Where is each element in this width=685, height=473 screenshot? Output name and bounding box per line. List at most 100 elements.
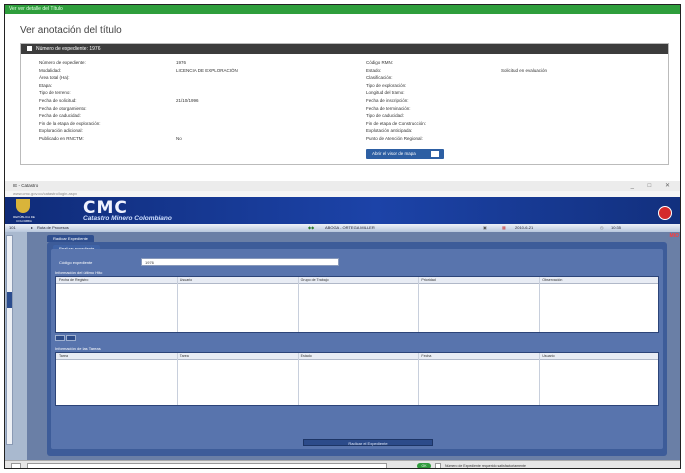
expediente-card: Número de expediente: 1976 Número de exp…: [20, 43, 669, 165]
tasks-grid-header: Tarea Tarea Estado Fecha Usuario: [56, 353, 658, 360]
right-field-label: Explotación anticipada:: [366, 128, 413, 134]
screenshot-frame: Ver ver detalle del Título Ver anotación…: [4, 4, 681, 469]
left-sidebar: [5, 232, 27, 460]
scrollbar-thumb[interactable]: [7, 292, 12, 308]
right-field-label: Longitud del tramo:: [366, 90, 405, 96]
right-field-value: Solicitud en evaluación: [501, 67, 548, 73]
right-field-label: Tipo de exploración:: [366, 82, 407, 88]
section-last-milestone: Información del último Hito: [55, 270, 103, 275]
left-field-label: Modalidad:: [39, 67, 62, 73]
grid-column-header[interactable]: Fecha: [418, 353, 431, 359]
tasks-grid[interactable]: Tarea Tarea Estado Fecha Usuario: [55, 352, 659, 406]
status-input[interactable]: [27, 463, 387, 468]
taskbar: [5, 468, 680, 469]
app-content: MIO Radicar Expediente Realizar expedien…: [27, 232, 680, 460]
main-panel: Realizar expediente Código expediente 19…: [47, 242, 667, 456]
exit-icon[interactable]: [658, 206, 672, 220]
grid-column-divider: [176, 353, 178, 405]
grid-column-header[interactable]: Estado: [298, 353, 312, 359]
users-icon: ◆◆: [308, 225, 315, 230]
grid-column-divider: [539, 277, 541, 332]
left-field-label: Número de expediente:: [39, 60, 86, 65]
left-field-label: Fecha de solicitud:: [39, 98, 77, 103]
left-field-label: Fecha de otorgamiento:: [39, 105, 87, 111]
status-checkbox[interactable]: [435, 463, 441, 468]
grid-prev-button[interactable]: [55, 335, 65, 341]
left-field-label: Fecha de caducidad:: [39, 113, 81, 119]
left-field-value: 21/10/1996: [176, 98, 199, 103]
left-field-label: Tipo de terreno:: [39, 90, 71, 96]
cmc-banner: REPÚBLICA DE COLOMBIA CMC Catastro Miner…: [5, 197, 680, 224]
toolbar-num: 101: [9, 225, 16, 230]
milestone-grid-header: Fecha de Registro Usuario Grupo de Trabajo…: [56, 277, 658, 284]
card-header[interactable]: Número de expediente: 1976: [21, 44, 668, 54]
top-banner: Ver ver detalle del Título: [5, 5, 680, 14]
section-tasks: Información de las Tareas: [55, 346, 101, 351]
clock-icon: ◷: [600, 225, 604, 230]
left-field-label: Etapa:: [39, 82, 53, 88]
app-toolbar: 101 ▸ Ruta de Procesos ◆◆ ABOGA - ORTEGA…: [5, 224, 680, 232]
grid-column-header[interactable]: Tarea: [56, 353, 68, 359]
milestone-grid[interactable]: Fecha de Registro Usuario Grupo de Trabajo…: [55, 276, 659, 333]
grid-column-header[interactable]: Observación: [539, 277, 562, 283]
checkbox-icon[interactable]: [27, 46, 32, 52]
right-field-label: Tipo de caducidad:: [366, 113, 404, 119]
radicar-button[interactable]: Radicar el Expediente: [303, 439, 433, 446]
right-field-label: Estado:: [366, 67, 382, 73]
window-title: IE - Catastro: [13, 183, 39, 188]
form-panel: Código expediente 1976 Información del ú…: [51, 249, 663, 449]
open-map-button[interactable]: Abrir el visor de mapa: [366, 149, 444, 159]
colombia-crest-icon: REPÚBLICA DE COLOMBIA: [11, 199, 35, 223]
right-field-label: Fecha de terminación:: [366, 105, 411, 111]
calendar-icon: ▦: [502, 225, 506, 230]
left-field-value: LICENCIA DE EXPLORACIÓN: [176, 67, 238, 73]
topright-label[interactable]: MIO: [670, 233, 679, 239]
crest-caption: REPÚBLICA DE COLOMBIA: [13, 215, 35, 223]
left-field-label: Área total (Ha):: [39, 75, 70, 81]
toolbar-date: 2010-6-21: [515, 225, 534, 230]
current-user: ABOGA - ORTEGA MILLER: [325, 225, 375, 230]
grid-column-header[interactable]: Usuario: [539, 353, 554, 359]
shield-icon: [16, 199, 30, 213]
left-field-label: Exploración adicional:: [39, 128, 83, 134]
left-field-label: Publicado en RNCTM:: [39, 136, 84, 141]
card-header-label: Número de expediente: 1976: [36, 46, 101, 52]
grid-next-button[interactable]: [66, 335, 76, 341]
right-field-label: Código RMN:: [366, 60, 394, 65]
grid-column-divider: [418, 277, 420, 332]
grid-column-header[interactable]: Prioridad: [418, 277, 435, 283]
status-ok-button[interactable]: OK: [417, 463, 431, 468]
grid-column-divider: [176, 277, 178, 332]
left-field-value: 1976: [176, 60, 187, 65]
grid-column-header[interactable]: Tarea: [177, 353, 189, 359]
browser-window: IE - Catastro _ □ ✕ www.cmc.gov.co/catas…: [5, 181, 680, 469]
left-field-value: No: [176, 136, 182, 141]
grid-column-header[interactable]: Fecha de Registro: [56, 277, 88, 283]
status-left-field: [11, 463, 21, 468]
window-titlebar: IE - Catastro _ □ ✕: [5, 181, 680, 191]
toolbar-time: 10:35: [611, 225, 622, 230]
right-field-label: Fecha de inscripción:: [366, 98, 409, 103]
right-field-label: Fin de etapa de Construcción:: [366, 120, 427, 126]
right-field-label: Clasificación:: [366, 75, 393, 81]
grid-column-divider: [297, 353, 299, 405]
grid-column-divider: [297, 277, 299, 332]
open-map-label: Abrir el visor de mapa: [372, 151, 416, 156]
tab-radicar-expediente[interactable]: Radicar Expediente: [47, 235, 94, 242]
window-controls[interactable]: _ □ ✕: [631, 181, 676, 191]
grid-column-divider: [539, 353, 541, 405]
grid-column-header[interactable]: Usuario: [177, 277, 192, 283]
left-field-label: Fin de la etapa de exploración:: [39, 120, 101, 126]
menu-arrow-icon[interactable]: ▸: [31, 224, 33, 232]
status-message: Número de Expediente requerido satisfact…: [445, 464, 526, 468]
page-title: Ver anotación del título: [20, 25, 122, 36]
home-icon[interactable]: ▣: [483, 224, 487, 232]
grid-column-divider: [418, 353, 420, 405]
code-label: Código expediente: [59, 260, 93, 265]
app-subtitle: Catastro Minero Colombiano: [83, 215, 172, 222]
grid-column-header[interactable]: Grupo de Trabajo: [298, 277, 329, 283]
process-route-menu[interactable]: Ruta de Procesos: [37, 224, 69, 232]
code-input[interactable]: 1976: [141, 258, 339, 266]
sidebar-scrollbar[interactable]: [6, 235, 13, 445]
right-field-label: Punto de Atención Regional:: [366, 136, 423, 141]
